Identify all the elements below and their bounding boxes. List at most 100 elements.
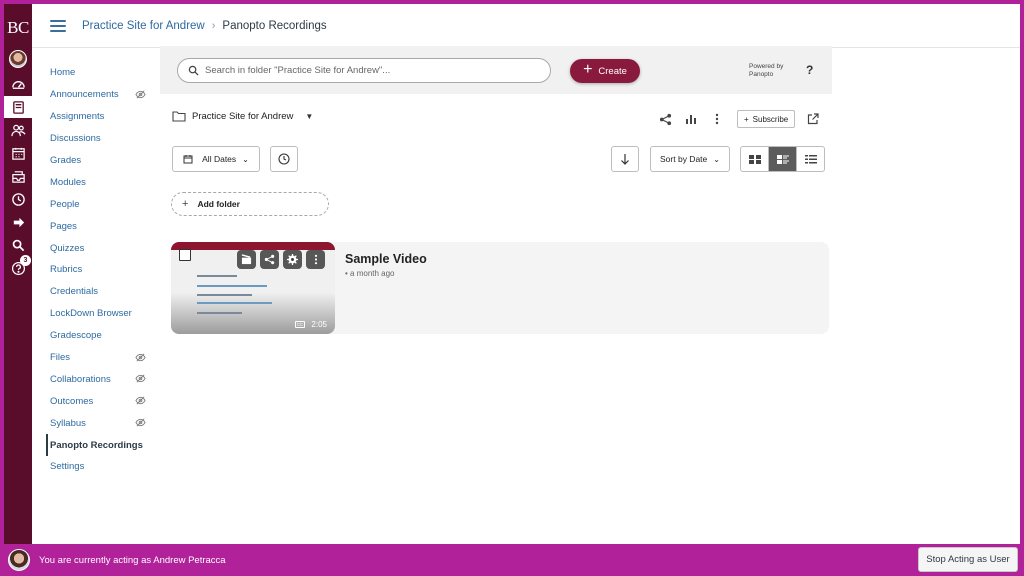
course-nav-label: Outcomes [50, 395, 94, 407]
edit-video-icon[interactable] [237, 250, 256, 269]
subscribe-label: Subscribe [752, 114, 789, 124]
course-nav-label: Grades [50, 155, 82, 166]
sort-direction-button[interactable] [611, 146, 639, 172]
stop-acting-button[interactable]: Stop Acting as User [918, 547, 1018, 572]
breadcrumb-course-link[interactable]: Practice Site for Andrew [82, 20, 205, 32]
course-nav-label: Pages [50, 220, 77, 232]
folder-selector[interactable]: Practice Site for Andrew ▼ [172, 110, 313, 122]
search-icon[interactable] [4, 234, 32, 256]
share-icon[interactable] [657, 111, 673, 127]
hidden-eye-icon [135, 90, 146, 99]
course-nav-label: Syllabus [50, 417, 86, 429]
clock-icon [278, 153, 290, 165]
masquerade-message: You are currently acting as Andrew Petra… [39, 554, 226, 566]
course-nav-grades[interactable]: Grades [46, 150, 146, 172]
course-nav-syllabus[interactable]: Syllabus [46, 412, 146, 434]
course-nav-modules[interactable]: Modules [46, 171, 146, 193]
courses-icon[interactable] [4, 96, 32, 118]
search-input[interactable] [205, 65, 535, 76]
more-vertical-icon[interactable] [306, 250, 325, 269]
sort-dropdown[interactable]: Sort by Date ⌄ [650, 146, 730, 172]
course-nav-label: Discussions [50, 133, 101, 145]
course-nav-assignments[interactable]: Assignments [46, 106, 146, 128]
course-nav-label: Gradescope [50, 330, 102, 342]
breadcrumb-separator: › [211, 19, 216, 32]
masquerade-bar: You are currently acting as Andrew Petra… [0, 544, 1024, 576]
subscribe-button[interactable]: + Subscribe [737, 110, 796, 128]
history-icon[interactable] [4, 188, 32, 210]
groups-icon[interactable] [4, 119, 32, 141]
brand-logo[interactable]: BC [7, 16, 29, 40]
course-nav-label: Files [50, 352, 71, 364]
select-checkbox[interactable] [179, 249, 191, 261]
course-nav-people[interactable]: People [46, 193, 146, 215]
dashboard-icon[interactable] [4, 73, 32, 95]
panopto-help-button[interactable]: ? [806, 63, 813, 77]
course-nav-collaborations[interactable]: Collaborations [46, 368, 146, 390]
calendar-icon[interactable] [4, 142, 32, 164]
more-vertical-icon[interactable] [709, 111, 725, 127]
canvas-frame: BC 3 Practice Site for Andrew › Panopto … [4, 4, 1020, 544]
video-card[interactable]: CC 2:05 Sample Video • a month ago [171, 242, 829, 334]
caret-down-icon: ▼ [305, 111, 314, 121]
detail-view-icon[interactable] [768, 147, 796, 171]
stats-icon[interactable] [683, 111, 699, 127]
course-nav-label: Assignments [50, 111, 105, 123]
folder-name: Practice Site for Andrew [192, 110, 294, 122]
course-nav-settings[interactable]: Settings [46, 456, 146, 478]
hamburger-menu-icon[interactable] [50, 19, 66, 32]
panopto-panel: + Create Powered by Panopto ? Practice S… [160, 46, 832, 346]
plus-icon: + [583, 61, 593, 78]
course-nav-panopto-recordings[interactable]: Panopto Recordings [46, 434, 146, 457]
course-nav-credentials[interactable]: Credentials [46, 281, 146, 303]
captions-icon: CC [295, 321, 305, 328]
thumbnail-line [197, 312, 242, 314]
create-button[interactable]: + Create [570, 59, 640, 83]
course-nav-home[interactable]: Home [46, 62, 146, 84]
course-nav: Home Announcements Assignments Discussio… [46, 62, 146, 478]
global-nav: BC 3 [4, 4, 32, 544]
create-label: Create [598, 65, 627, 77]
video-date: • a month ago [345, 269, 395, 278]
help-badge: 3 [20, 255, 31, 266]
course-nav-files[interactable]: Files [46, 347, 146, 369]
add-folder-button[interactable]: + Add folder [171, 192, 329, 216]
list-view-icon[interactable] [796, 147, 824, 171]
course-nav-outcomes[interactable]: Outcomes [46, 390, 146, 412]
course-nav-discussions[interactable]: Discussions [46, 128, 146, 150]
date-filter-button[interactable]: All Dates ⌄ [172, 146, 260, 172]
course-nav-label: Quizzes [50, 242, 85, 254]
powered-by-panopto: Powered by Panopto [749, 63, 783, 79]
course-nav-label: Home [50, 67, 76, 79]
add-folder-label: Add folder [197, 199, 240, 209]
avatar [9, 50, 27, 68]
video-date-text: a month ago [350, 269, 395, 278]
open-external-icon[interactable] [805, 111, 821, 127]
hidden-eye-icon [135, 396, 146, 405]
grid-view-icon[interactable] [741, 147, 768, 171]
course-nav-rubrics[interactable]: Rubrics [46, 259, 146, 281]
plus-icon: + [744, 114, 749, 124]
course-nav-quizzes[interactable]: Quizzes [46, 237, 146, 259]
course-nav-lockdown-browser[interactable]: LockDown Browser [46, 303, 146, 325]
commons-icon[interactable] [4, 211, 32, 233]
search-box[interactable] [177, 58, 551, 83]
help-icon[interactable]: 3 [4, 255, 32, 279]
hidden-eye-icon [135, 353, 146, 362]
course-nav-label: Settings [50, 461, 85, 473]
settings-gear-icon[interactable] [283, 250, 302, 269]
course-nav-announcements[interactable]: Announcements [46, 84, 146, 106]
breadcrumb-current: Panopto Recordings [222, 19, 327, 32]
clock-filter-button[interactable] [270, 146, 298, 172]
video-thumbnail[interactable]: CC 2:05 [171, 242, 335, 334]
course-nav-gradescope[interactable]: Gradescope [46, 325, 146, 347]
hidden-eye-icon [135, 418, 146, 427]
avatar [8, 549, 30, 571]
share-video-icon[interactable] [260, 250, 279, 269]
course-nav-label: Collaborations [50, 373, 111, 385]
account-avatar[interactable] [4, 46, 32, 72]
course-nav-pages[interactable]: Pages [46, 215, 146, 237]
inbox-icon[interactable] [4, 165, 32, 187]
video-title[interactable]: Sample Video [345, 252, 427, 266]
folder-icon [172, 111, 186, 122]
